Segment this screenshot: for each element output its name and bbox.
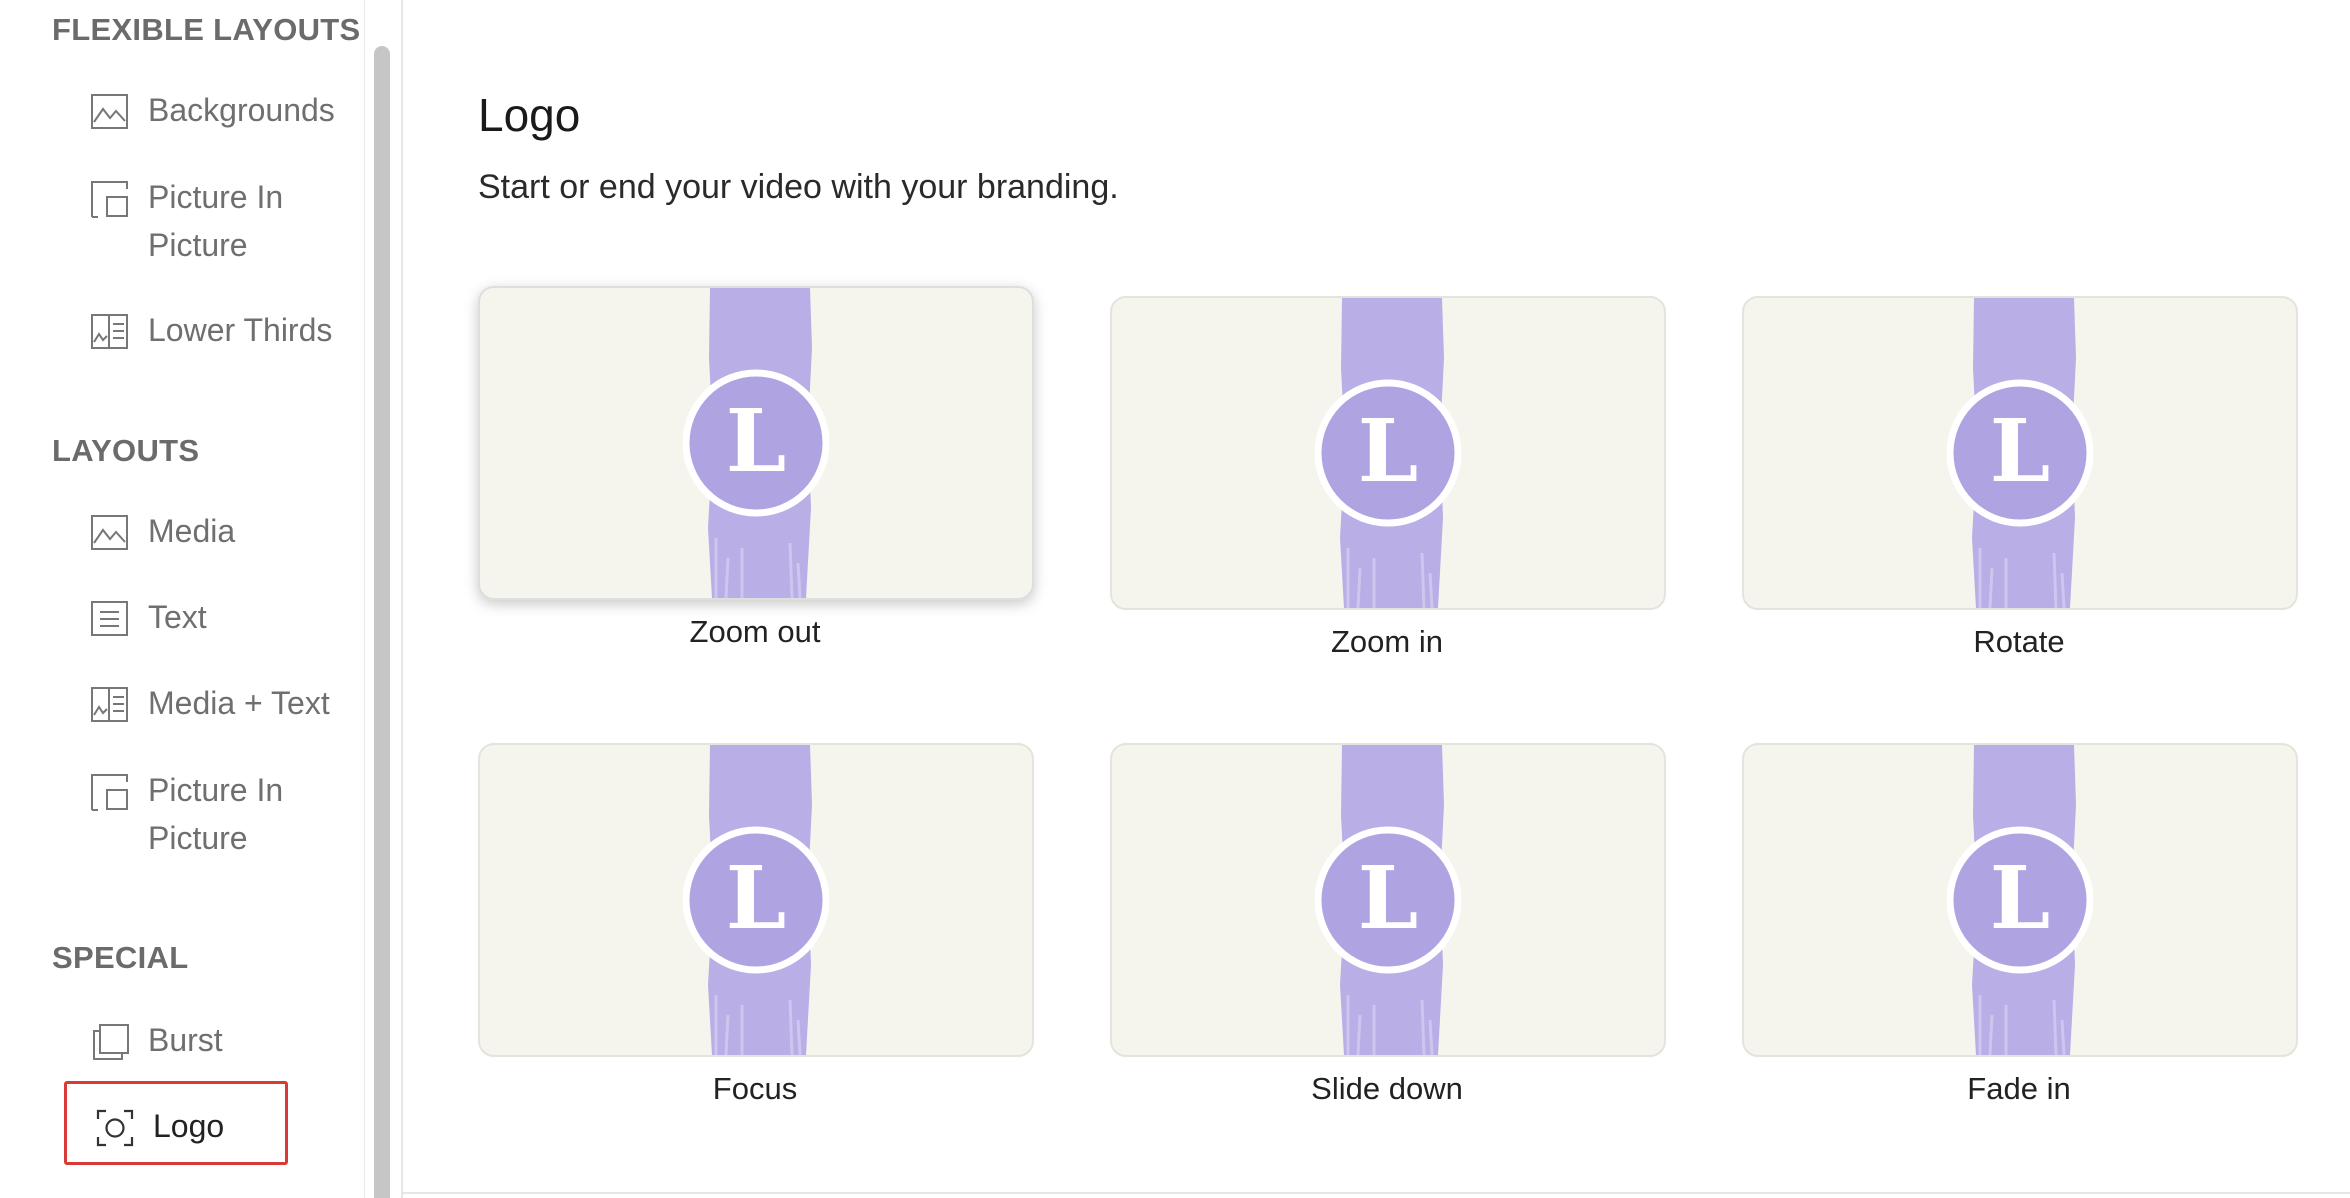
option-label: Fade in — [1967, 1071, 2071, 1106]
option-label: Slide down — [1311, 1071, 1463, 1106]
logo-option-rotate[interactable]: L Rotate — [1742, 296, 2298, 660]
section-title-layouts: LAYOUTS — [52, 433, 200, 468]
logo-letter: L — [1358, 848, 1418, 949]
logo-preview-thumbnail: L — [478, 286, 1034, 600]
image-icon — [90, 513, 130, 553]
lower-thirds-icon — [90, 312, 130, 352]
sidebar-item-label: Burst — [148, 1022, 223, 1058]
page-subtitle: Start or end your video with your brandi… — [478, 168, 1119, 206]
logo-option-slide-down[interactable]: L Slide down — [1110, 743, 1666, 1107]
sidebar: FLEXIBLE LAYOUTS Backgrounds Picture In … — [0, 0, 362, 1198]
section-title-special: SPECIAL — [52, 940, 189, 975]
logo-preview-thumbnail: L — [1110, 296, 1666, 610]
sidebar-item-picture-in-picture[interactable]: Picture In Picture — [90, 177, 350, 269]
sidebar-item-burst[interactable]: Burst — [90, 1020, 350, 1064]
option-label: Rotate — [1973, 624, 2065, 659]
sidebar-item-label: Lower Thirds — [148, 312, 333, 348]
logo-preview-thumbnail: L — [1742, 743, 2298, 1057]
sidebar-item-label: Logo — [153, 1108, 225, 1144]
sidebar-item-label: Picture In Picture — [148, 179, 284, 263]
sidebar-item-label: Picture In Picture — [148, 772, 284, 856]
option-label: Zoom out — [689, 614, 821, 649]
sidebar-scrollbar-thumb[interactable] — [374, 46, 390, 1198]
option-label: Zoom in — [1331, 624, 1443, 659]
sidebar-item-label: Backgrounds — [148, 92, 335, 128]
section-title-flexible-layouts: FLEXIBLE LAYOUTS — [52, 12, 361, 47]
logo-letter: L — [726, 848, 786, 949]
logo-preview-thumbnail: L — [478, 743, 1034, 1057]
logo-option-zoom-in[interactable]: L Zoom in — [1110, 296, 1666, 660]
sidebar-item-label: Media — [148, 513, 236, 549]
sidebar-item-media-text[interactable]: Media + Text — [90, 683, 350, 727]
logo-letter: L — [726, 391, 786, 492]
logo-focus-icon — [95, 1108, 135, 1148]
logo-letter: L — [1990, 401, 2050, 502]
option-label: Focus — [712, 1071, 798, 1106]
image-icon — [90, 92, 130, 132]
main-content: Logo Start or end your video with your b… — [402, 0, 2350, 1198]
page-title: Logo — [478, 89, 581, 141]
divider — [402, 1192, 2350, 1194]
picture-in-picture-icon — [90, 179, 130, 219]
logo-preview-thumbnail: L — [1110, 743, 1666, 1057]
logo-preview-thumbnail: L — [1742, 296, 2298, 610]
sidebar-item-label: Media + Text — [148, 685, 330, 721]
logo-option-focus[interactable]: L Focus — [478, 743, 1034, 1107]
picture-in-picture-icon — [90, 772, 130, 812]
logo-option-fade-in[interactable]: L Fade in — [1742, 743, 2298, 1107]
logo-letter: L — [1358, 401, 1418, 502]
sidebar-item-backgrounds[interactable]: Backgrounds — [90, 90, 350, 134]
logo-option-zoom-out[interactable]: L Zoom out — [478, 286, 1034, 650]
sidebar-item-logo[interactable]: Logo — [64, 1081, 288, 1165]
logo-letter: L — [1990, 848, 2050, 949]
sidebar-item-text[interactable]: Text — [90, 597, 350, 641]
sidebar-item-picture-in-picture-layout[interactable]: Picture In Picture — [90, 770, 350, 862]
sidebar-item-lower-thirds[interactable]: Lower Thirds — [90, 310, 350, 354]
media-text-icon — [90, 685, 130, 725]
sidebar-item-label: Text — [148, 599, 207, 635]
burst-icon — [90, 1022, 130, 1062]
text-icon — [90, 599, 130, 639]
sidebar-item-media[interactable]: Media — [90, 511, 350, 555]
